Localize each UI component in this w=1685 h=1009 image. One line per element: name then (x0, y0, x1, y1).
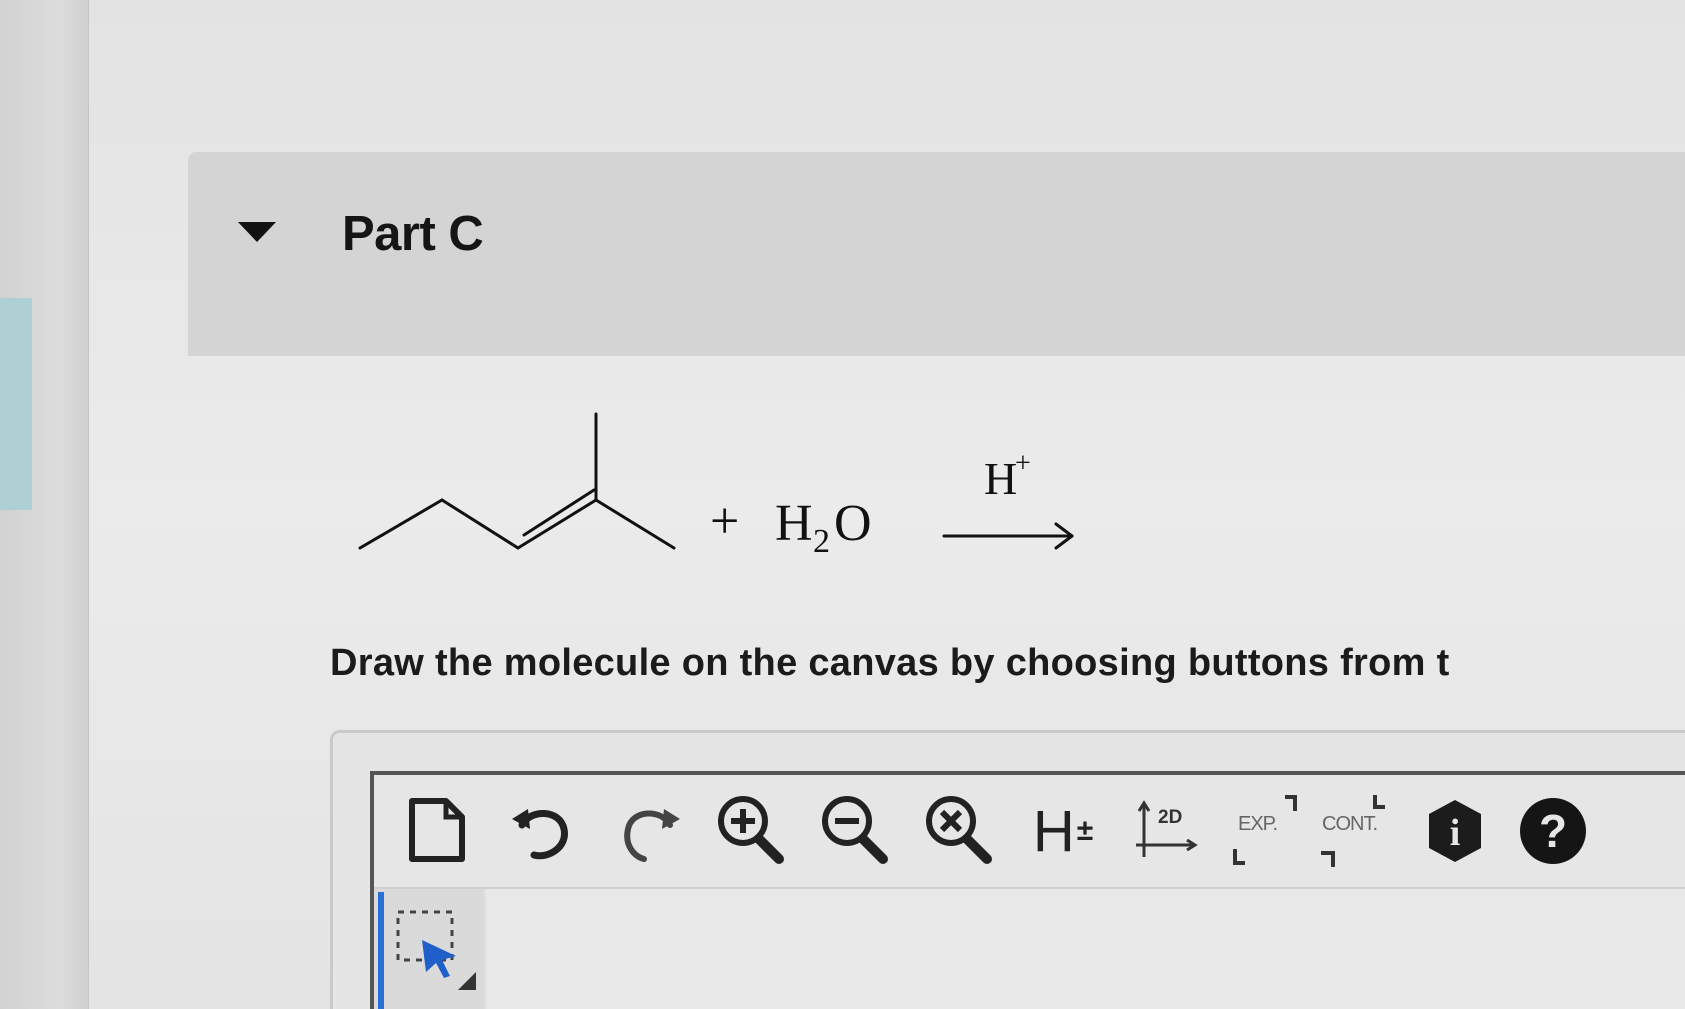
water-h: H (775, 495, 813, 552)
part-title[interactable]: Part C (342, 206, 484, 262)
expand-button[interactable]: EXP. (1220, 783, 1310, 879)
editor-toolbar: H ± 2D EXP. CONT. i ? (374, 775, 1685, 889)
instructions-text: Draw the molecule on the canvas by choos… (330, 642, 1450, 684)
reactant-structure (358, 412, 676, 550)
reaction-svg: + H 2 O H + (358, 412, 1074, 560)
water-subscript: 2 (813, 523, 830, 560)
contract-label: CONT. (1322, 813, 1378, 835)
left-rail-accent (0, 298, 32, 510)
reaction-scheme: + H 2 O H + (350, 400, 1110, 580)
zoom-in-button[interactable] (706, 783, 796, 879)
hydrogen-plusminus: ± (1076, 814, 1094, 847)
hydrogen-label: H (1032, 798, 1075, 864)
help-icon: ? (1520, 798, 1586, 864)
undo-button[interactable] (498, 783, 588, 879)
document-icon (409, 798, 465, 862)
new-document-button[interactable] (392, 783, 482, 879)
hydrogen-toggle-button[interactable]: H ± (1018, 783, 1108, 879)
clean-2d-icon (1136, 800, 1198, 857)
page: Part C + H 2 O H + Draw the molecule on … (0, 0, 1685, 1009)
drawing-canvas[interactable] (486, 889, 1685, 1009)
catalyst-superscript: + (1015, 448, 1031, 479)
info-button[interactable]: i (1410, 783, 1500, 879)
contract-button[interactable]: CONT. (1308, 783, 1398, 879)
help-button[interactable]: ? (1508, 783, 1598, 879)
zoom-reset-icon (926, 796, 992, 864)
catalyst-h: H (984, 453, 1017, 504)
info-glyph: i (1450, 812, 1461, 854)
clean-2d-button[interactable]: 2D (1120, 783, 1210, 879)
bond-1 (358, 498, 444, 550)
redo-icon (624, 809, 680, 862)
zoom-out-button[interactable] (810, 783, 900, 879)
select-arrow-icon (396, 910, 476, 990)
triangle-down-icon[interactable] (238, 222, 276, 242)
zoom-in-icon (718, 796, 784, 864)
undo-icon (512, 809, 568, 860)
double-bond-a (516, 498, 598, 550)
plus-sign: + (710, 493, 739, 550)
select-tool-button[interactable] (392, 906, 482, 996)
zoom-reset-button[interactable] (914, 783, 1004, 879)
water-o: O (834, 495, 872, 552)
help-glyph: ? (1539, 805, 1567, 857)
selected-tool-indicator (378, 892, 384, 1009)
reaction-arrow-icon (942, 522, 1074, 550)
redo-button[interactable] (604, 783, 694, 879)
info-icon: i (1429, 800, 1481, 862)
double-bond-b (522, 488, 596, 537)
zoom-out-icon (822, 796, 888, 864)
clean-2d-label: 2D (1158, 807, 1183, 828)
expand-label: EXP. (1238, 813, 1278, 835)
bond-methyl-right (594, 498, 676, 550)
bond-2 (440, 498, 520, 550)
